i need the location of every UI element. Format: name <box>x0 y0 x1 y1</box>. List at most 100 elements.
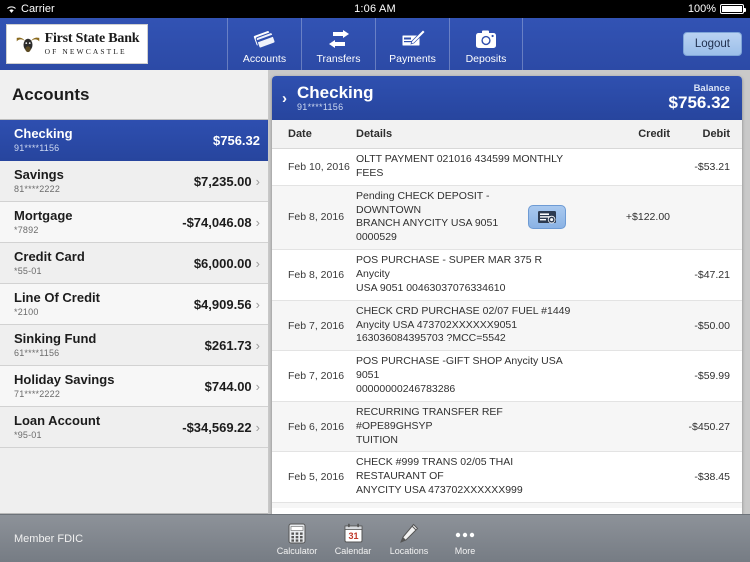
transaction-row[interactable]: Feb 7, 2016 CHECK CRD PURCHASE 02/07 FUEL… <box>272 300 742 352</box>
transaction-date: Feb 7, 2016 <box>288 370 345 383</box>
transaction-detail-line: RECURRING TRANSFER REF #OPE89GHSYP <box>356 405 503 432</box>
detail-account-name: Checking <box>297 82 374 102</box>
transaction-detail-line: 163036084395703 ?MCC=5542 <box>356 332 506 345</box>
account-balance-group: -$74,046.08 › <box>182 215 260 230</box>
transaction-credit: +$122.00 <box>625 211 670 224</box>
accounts-list[interactable]: Checking 91****1156 $756.32 Savings 81****22… <box>0 120 268 532</box>
account-name: Mortgage <box>14 208 73 224</box>
account-name-group: Credit Card *55-01 <box>14 249 85 276</box>
account-detail-header[interactable]: › Checking 91****1156 Balance $756.32 <box>272 76 742 120</box>
page-title: Accounts <box>0 70 268 120</box>
account-balance-group: $7,235.00 › <box>194 174 260 189</box>
transaction-detail-line: USA 9051 00463037076334610 <box>356 281 506 294</box>
transaction-detail-lines: OLTT PAYMENT 021016 434599 MONTHLY FEES <box>356 153 578 181</box>
tab-locations[interactable]: Locations <box>384 522 434 556</box>
tab-label-locations: Locations <box>389 545 429 556</box>
chevron-right-icon[interactable]: › <box>282 90 287 107</box>
transaction-date: Feb 10, 2016 <box>288 160 350 173</box>
logo-text: First State Bank OF NEWCASTLE <box>45 32 140 56</box>
sidebar-account-row[interactable]: Savings 81****2222 $7,235.00 › <box>0 161 268 202</box>
account-name-group: Mortgage *7892 <box>14 208 73 235</box>
transfer-arrows-icon <box>327 27 351 51</box>
transaction-details: OLTT PAYMENT 021016 434599 MONTHLY FEES <box>356 153 584 181</box>
transaction-detail-line: CHECK #999 TRANS 02/05 THAI RESTAURANT O… <box>356 456 514 483</box>
sidebar-account-row[interactable]: Line Of Credit *2100 $4,909.56 › <box>0 284 268 325</box>
transaction-row[interactable]: Feb 5, 2016 CHECK #999 TRANS 02/05 THAI R… <box>272 452 742 504</box>
account-name: Credit Card <box>14 249 85 265</box>
account-name-group: Line Of Credit *2100 <box>14 290 100 317</box>
sidebar-account-row[interactable]: Sinking Fund 61****1156 $261.73 › <box>0 325 268 366</box>
transaction-detail-line: Anycity USA 473702XXXXXX9051 <box>356 318 518 331</box>
transaction-detail-lines: Pending CHECK DEPOSIT - DOWNTOWN BRANCH A… <box>356 190 524 245</box>
tab-more[interactable]: More <box>440 522 490 556</box>
detail-account-number: 91****1156 <box>297 102 344 113</box>
account-number: *7892 <box>14 224 39 235</box>
account-balance-group: $4,909.56 › <box>194 297 260 312</box>
account-balance-group: $756.32 <box>213 133 260 148</box>
transaction-debit: -$38.45 <box>694 471 730 484</box>
nav-item-payments[interactable]: Payments <box>375 18 449 70</box>
transaction-date: Feb 8, 2016 <box>288 211 345 224</box>
bank-logo[interactable]: First State Bank OF NEWCASTLE <box>6 24 148 64</box>
account-name-group: Holiday Savings 71****2222 <box>14 372 114 399</box>
account-number: 71****2222 <box>14 388 61 399</box>
account-name: Loan Account <box>14 413 101 429</box>
chevron-right-icon: › <box>255 296 260 312</box>
nav-item-transfers[interactable]: Transfers <box>301 18 375 70</box>
logo-line-2: OF NEWCASTLE <box>44 47 127 57</box>
bottom-tab-bar: Member FDIC Calculator 31 Calendar Locat… <box>0 514 750 562</box>
transaction-row[interactable]: Feb 10, 2016 OLTT PAYMENT 021016 434599 M… <box>272 149 742 186</box>
svg-text:31: 31 <box>348 531 358 541</box>
account-number: *55-01 <box>14 265 42 276</box>
tab-calculator[interactable]: Calculator <box>272 522 322 556</box>
transaction-date: Feb 7, 2016 <box>288 319 345 332</box>
sidebar-account-row[interactable]: Holiday Savings 71****2222 $744.00 › <box>0 366 268 407</box>
transaction-row[interactable]: Feb 6, 2016 RECURRING TRANSFER REF #OPE89… <box>272 401 742 453</box>
transaction-row[interactable]: Feb 5, 2016POS PURCHASE - GROCERY STORE … <box>272 503 742 508</box>
transaction-details: CHECK CRD PURCHASE 02/07 FUEL #1449 Anyci… <box>356 305 584 347</box>
nav-label-payments: Payments <box>389 52 436 65</box>
transaction-row[interactable]: Feb 8, 2016 Pending CHECK DEPOSIT - DOWNT… <box>272 185 742 251</box>
account-name: Checking <box>14 126 73 142</box>
tab-calendar[interactable]: 31 Calendar <box>328 522 378 556</box>
battery-full-icon <box>720 4 746 14</box>
account-balance: $261.73 <box>204 337 252 353</box>
transaction-detail-lines: CHECK CRD PURCHASE 02/07 FUEL #1449 Anyci… <box>356 305 578 347</box>
nav-label-transfers: Transfers <box>316 52 361 65</box>
calendar-icon: 31 <box>344 522 363 544</box>
sidebar-account-row[interactable]: Credit Card *55-01 $6,000.00 › <box>0 243 268 284</box>
transactions-table-header: Date Details Credit Debit <box>272 120 742 149</box>
account-number: 81****2222 <box>14 183 61 194</box>
transaction-detail-lines: RECURRING TRANSFER REF #OPE89GHSYP TUITIO… <box>356 406 578 448</box>
logout-button[interactable]: Logout <box>682 32 742 56</box>
ellipsis-icon <box>454 522 476 544</box>
status-right: 100% <box>688 3 746 15</box>
account-balance: $744.00 <box>204 378 252 394</box>
sidebar-account-row[interactable]: Loan Account *95-01 -$34,569.22 › <box>0 407 268 448</box>
transaction-details: POS PURCHASE -GIFT SHOP Anycity USA 9051… <box>356 355 584 397</box>
account-number: 91****1156 <box>14 142 60 153</box>
nav-item-deposits[interactable]: Deposits <box>449 18 523 70</box>
transaction-date: Feb 8, 2016 <box>288 268 345 281</box>
chevron-right-icon: › <box>255 419 260 435</box>
account-name-group: Checking 91****1156 <box>14 126 73 153</box>
sidebar-account-row[interactable]: Mortgage *7892 -$74,046.08 › <box>0 202 268 243</box>
account-name: Savings <box>14 167 64 183</box>
top-nav-bar: First State Bank OF NEWCASTLE Accounts T… <box>0 18 750 70</box>
app-root: Carrier 1:06 AM 100% First State Bank OF… <box>0 0 750 562</box>
transactions-list[interactable]: Feb 10, 2016 OLTT PAYMENT 021016 434599 M… <box>272 149 742 508</box>
nav-item-accounts[interactable]: Accounts <box>227 18 301 70</box>
check-image-icon[interactable] <box>528 205 566 230</box>
tab-items: Calculator 31 Calendar Locations More <box>272 522 490 556</box>
transaction-detail-line: BRANCH ANYCITY USA 9051 0000529 <box>356 217 499 244</box>
status-time: 1:06 AM <box>354 3 396 15</box>
account-title-group: Checking 91****1156 <box>297 82 374 113</box>
transaction-row[interactable]: Feb 8, 2016 POS PURCHASE - SUPER MAR 375 … <box>272 250 742 301</box>
transaction-row[interactable]: Feb 7, 2016 POS PURCHASE -GIFT SHOP Anyci… <box>272 351 742 402</box>
account-balance-group: -$34,569.22 › <box>182 420 260 435</box>
transaction-details: CHECK #999 TRANS 02/05 THAI RESTAURANT O… <box>356 456 584 498</box>
fdic-label: Member FDIC <box>14 532 84 545</box>
account-name-group: Loan Account *95-01 <box>14 413 101 440</box>
sidebar-account-row[interactable]: Checking 91****1156 $756.32 <box>0 120 268 161</box>
account-balance-group: $744.00 › <box>205 379 260 394</box>
